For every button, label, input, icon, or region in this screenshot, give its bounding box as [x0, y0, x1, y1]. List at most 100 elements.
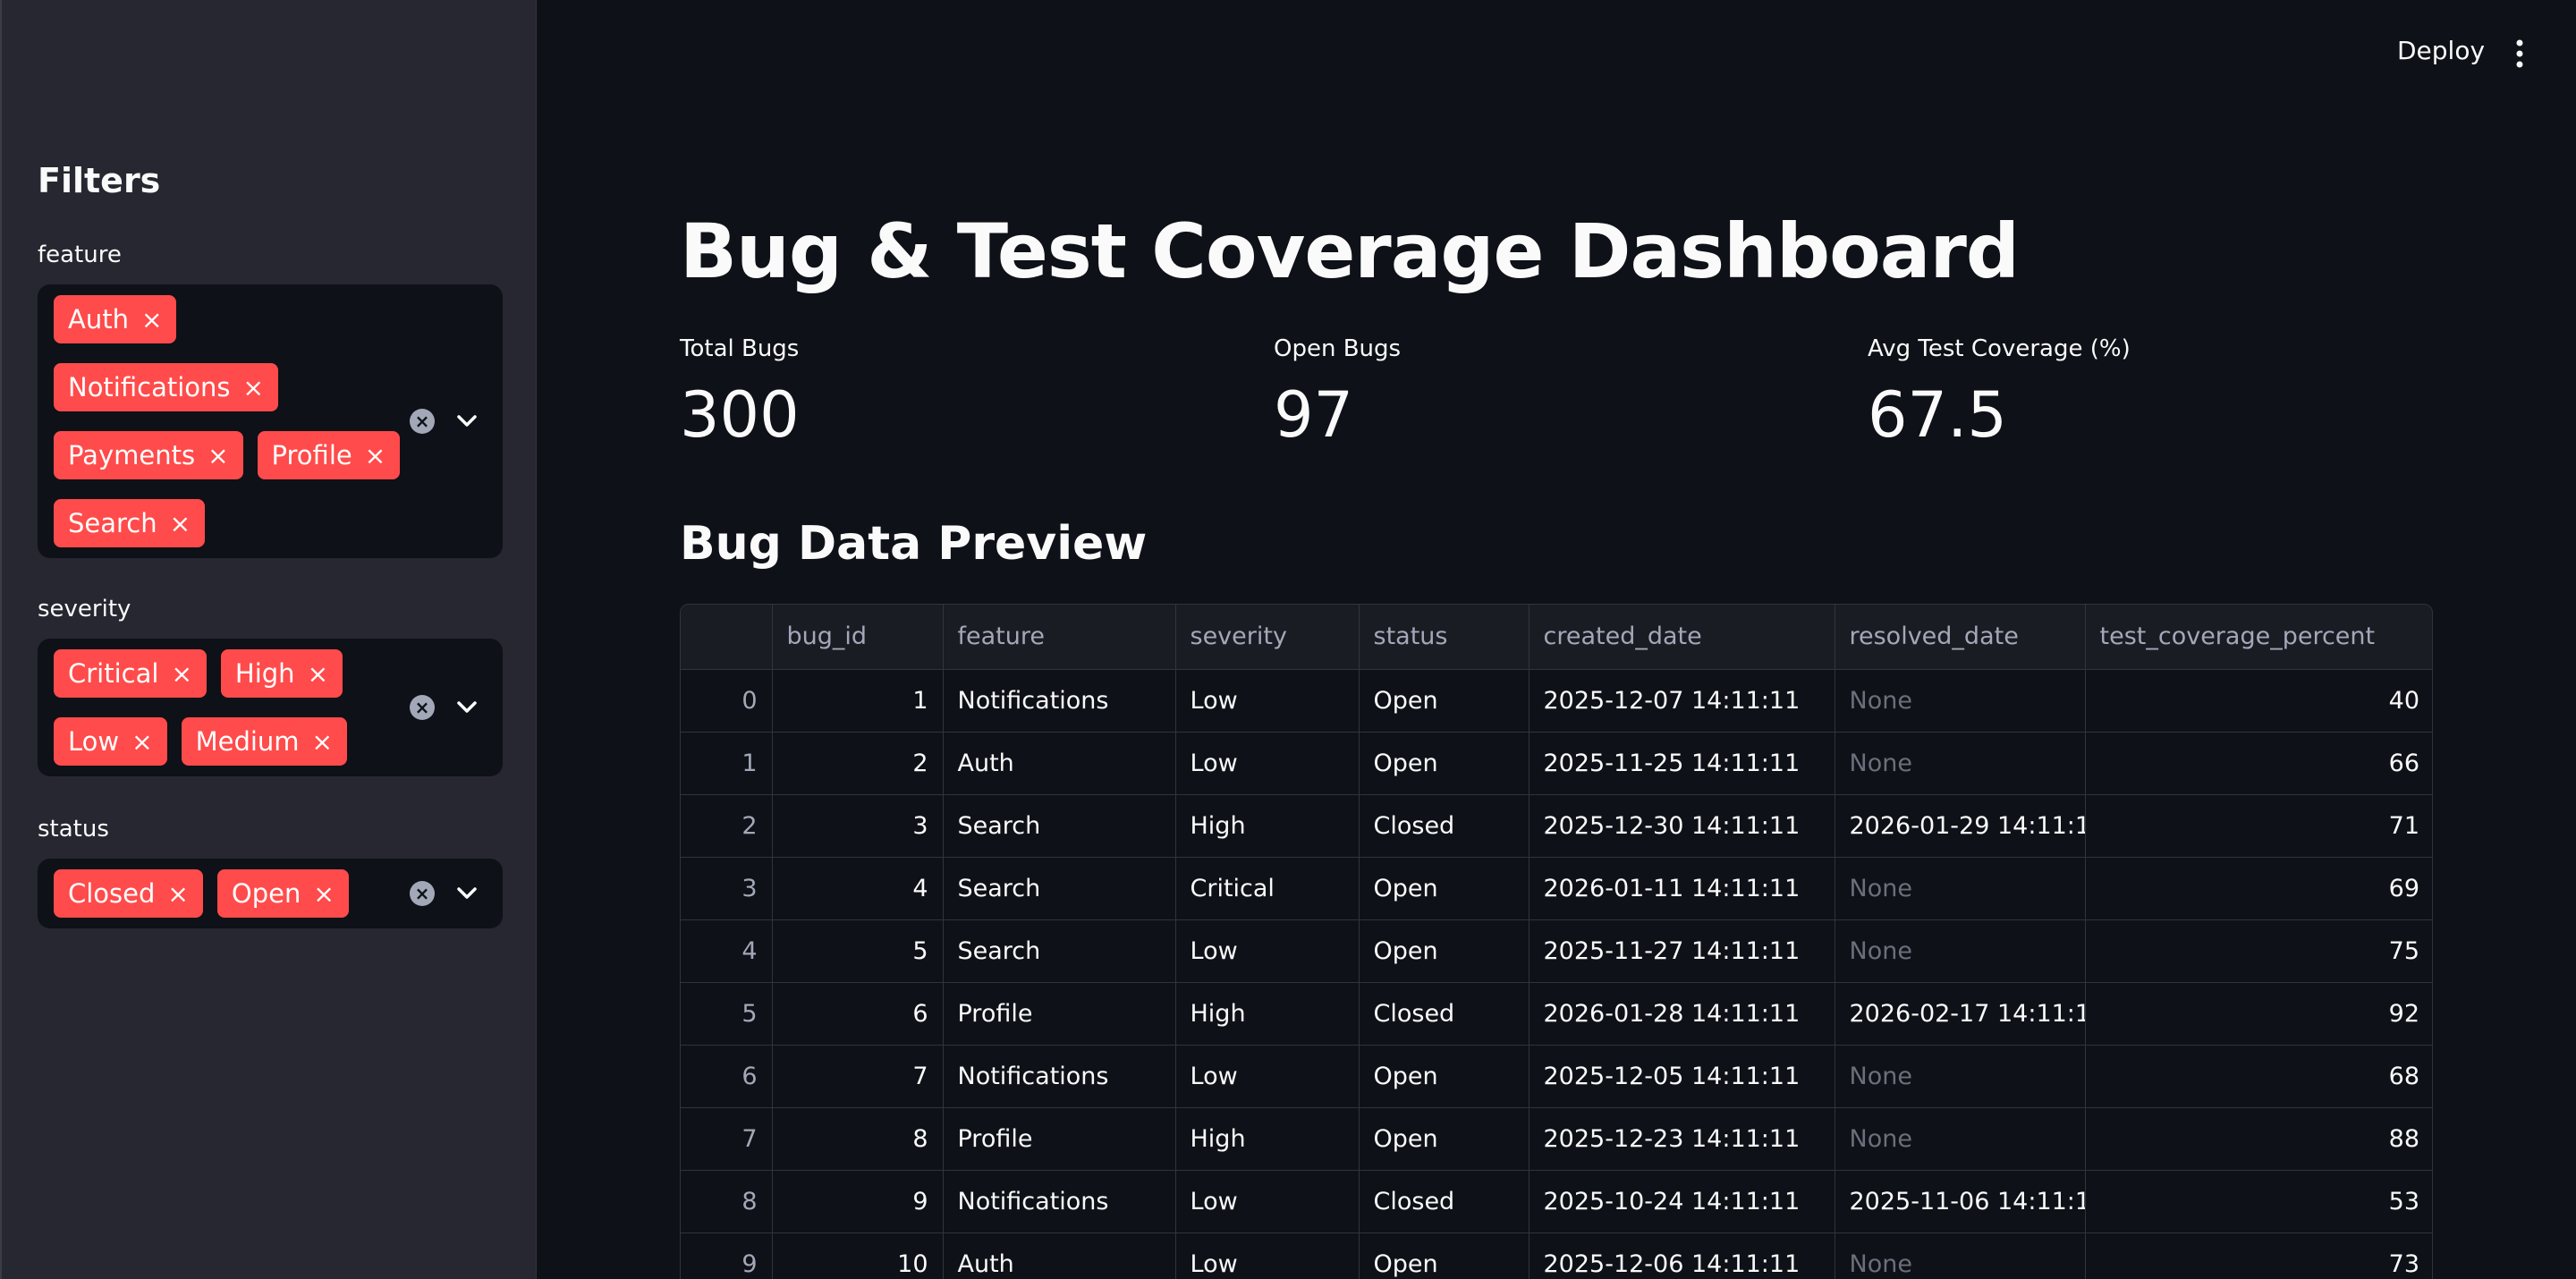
chevron-down-icon[interactable]	[453, 407, 481, 436]
table-cell[interactable]: 2025-12-05 14:11:11	[1529, 1045, 1835, 1108]
chip-remove-icon[interactable]: ×	[308, 659, 328, 689]
table-row[interactable]: 1 2 Auth Low Open 2025-11-25 14:11:11 None 66	[681, 732, 2432, 795]
table-cell[interactable]: Open	[1359, 669, 1530, 733]
table-row[interactable]: 7 8 Profile High Open 2025-12-23 14:11:11 None…	[681, 1107, 2432, 1171]
table-cell[interactable]: 2026-02-17 14:11:11	[1835, 982, 2086, 1046]
table-cell[interactable]: Closed	[1359, 1170, 1530, 1233]
table-cell[interactable]: 2025-11-06 14:11:11	[1835, 1170, 2086, 1233]
status-multiselect[interactable]: Closed × Open × ×	[38, 859, 503, 928]
column-header[interactable]: status	[1359, 605, 1530, 670]
table-cell[interactable]: None	[1835, 1107, 2086, 1171]
row-index[interactable]: 3	[681, 857, 773, 920]
table-cell[interactable]: 69	[2085, 857, 2432, 920]
column-header[interactable]: test_coverage_percent	[2085, 605, 2432, 670]
table-cell[interactable]: 2025-12-30 14:11:11	[1529, 794, 1835, 858]
row-index[interactable]: 1	[681, 732, 773, 795]
table-cell[interactable]: Low	[1175, 732, 1360, 795]
table-cell[interactable]: 68	[2085, 1045, 2432, 1108]
table-cell[interactable]: Profile	[943, 1107, 1176, 1171]
table-cell[interactable]: 92	[2085, 982, 2432, 1046]
chip-remove-icon[interactable]: ×	[312, 727, 333, 757]
row-index[interactable]: 0	[681, 669, 773, 733]
row-index[interactable]: 5	[681, 982, 773, 1046]
column-header[interactable]: created_date	[1529, 605, 1835, 670]
table-cell[interactable]: Auth	[943, 732, 1176, 795]
clear-all-icon[interactable]: ×	[410, 695, 435, 720]
row-index[interactable]: 4	[681, 919, 773, 983]
chip-remove-icon[interactable]: ×	[131, 727, 152, 757]
table-row[interactable]: 3 4 Search Critical Open 2026-01-11 14:11:11 N…	[681, 857, 2432, 920]
table-cell[interactable]: 2025-11-27 14:11:11	[1529, 919, 1835, 983]
chip-remove-icon[interactable]: ×	[167, 879, 188, 909]
row-index[interactable]: 9	[681, 1232, 773, 1279]
chevron-down-icon[interactable]	[453, 879, 481, 908]
table-row[interactable]: 6 7 Notifications Low Open 2025-12-05 14:11:1…	[681, 1045, 2432, 1108]
table-cell[interactable]: Closed	[1359, 794, 1530, 858]
column-header[interactable]: bug_id	[772, 605, 944, 670]
row-index[interactable]: 6	[681, 1045, 773, 1108]
table-cell[interactable]: 2025-12-23 14:11:11	[1529, 1107, 1835, 1171]
table-cell[interactable]: Low	[1175, 669, 1360, 733]
table-cell[interactable]: Auth	[943, 1232, 1176, 1279]
table-cell[interactable]: Open	[1359, 919, 1530, 983]
table-cell[interactable]: 66	[2085, 732, 2432, 795]
table-cell[interactable]: 2026-01-11 14:11:11	[1529, 857, 1835, 920]
table-cell[interactable]: 2026-01-28 14:11:11	[1529, 982, 1835, 1046]
table-cell[interactable]: High	[1175, 794, 1360, 858]
table-cell[interactable]: Open	[1359, 857, 1530, 920]
table-cell[interactable]: Low	[1175, 1232, 1360, 1279]
chip-remove-icon[interactable]: ×	[313, 879, 334, 909]
table-cell[interactable]: 53	[2085, 1170, 2432, 1233]
deploy-button[interactable]: Deploy	[2397, 36, 2485, 65]
table-cell[interactable]: Low	[1175, 1170, 1360, 1233]
table-cell[interactable]: 10	[772, 1232, 944, 1279]
table-cell[interactable]: 9	[772, 1170, 944, 1233]
column-header[interactable]: feature	[943, 605, 1176, 670]
table-cell[interactable]: Critical	[1175, 857, 1360, 920]
table-cell[interactable]: Search	[943, 919, 1176, 983]
table-cell[interactable]: 88	[2085, 1107, 2432, 1171]
chip-remove-icon[interactable]: ×	[365, 441, 386, 470]
column-header[interactable]: severity	[1175, 605, 1360, 670]
chip-remove-icon[interactable]: ×	[171, 659, 191, 689]
table-row[interactable]: 2 3 Search High Closed 2025-12-30 14:11:11 202…	[681, 794, 2432, 858]
table-cell[interactable]: None	[1835, 857, 2086, 920]
table-cell[interactable]: None	[1835, 919, 2086, 983]
table-cell[interactable]: Notifications	[943, 1045, 1176, 1108]
table-cell[interactable]: 8	[772, 1107, 944, 1171]
table-cell[interactable]: 7	[772, 1045, 944, 1108]
table-row[interactable]: 9 10 Auth Low Open 2025-12-06 14:11:11 None 73	[681, 1232, 2432, 1279]
row-index[interactable]: 8	[681, 1170, 773, 1233]
row-index[interactable]: 2	[681, 794, 773, 858]
table-row[interactable]: 8 9 Notifications Low Closed 2025-10-24 14:11…	[681, 1170, 2432, 1233]
table-cell[interactable]: 2025-12-06 14:11:11	[1529, 1232, 1835, 1279]
severity-multiselect[interactable]: Critical × High × Low × Medium × ×	[38, 639, 503, 776]
table-cell[interactable]: Open	[1359, 1045, 1530, 1108]
table-cell[interactable]: Open	[1359, 732, 1530, 795]
chip-remove-icon[interactable]: ×	[170, 509, 191, 538]
table-cell[interactable]: Open	[1359, 1232, 1530, 1279]
table-cell[interactable]: 4	[772, 857, 944, 920]
row-index[interactable]: 7	[681, 1107, 773, 1171]
clear-all-icon[interactable]: ×	[410, 881, 435, 906]
table-cell[interactable]: 2026-01-29 14:11:11	[1835, 794, 2086, 858]
table-cell[interactable]: 6	[772, 982, 944, 1046]
chip-remove-icon[interactable]: ×	[243, 373, 264, 402]
table-cell[interactable]: 2025-12-07 14:11:11	[1529, 669, 1835, 733]
table-cell[interactable]: Search	[943, 857, 1176, 920]
table-row[interactable]: 4 5 Search Low Open 2025-11-27 14:11:11 None 75	[681, 919, 2432, 983]
table-cell[interactable]: 2025-11-25 14:11:11	[1529, 732, 1835, 795]
table-cell[interactable]: 3	[772, 794, 944, 858]
table-cell[interactable]: None	[1835, 1232, 2086, 1279]
table-cell[interactable]: 2025-10-24 14:11:11	[1529, 1170, 1835, 1233]
table-cell[interactable]: 5	[772, 919, 944, 983]
table-cell[interactable]: Low	[1175, 1045, 1360, 1108]
table-cell[interactable]: 2	[772, 732, 944, 795]
column-header[interactable]: resolved_date	[1835, 605, 2086, 670]
table-cell[interactable]: Search	[943, 794, 1176, 858]
column-header[interactable]	[681, 605, 773, 670]
feature-multiselect[interactable]: Auth × Notifications × Payments × Profile × …	[38, 284, 503, 558]
table-cell[interactable]: 75	[2085, 919, 2432, 983]
table-cell[interactable]: 40	[2085, 669, 2432, 733]
table-cell[interactable]: Open	[1359, 1107, 1530, 1171]
